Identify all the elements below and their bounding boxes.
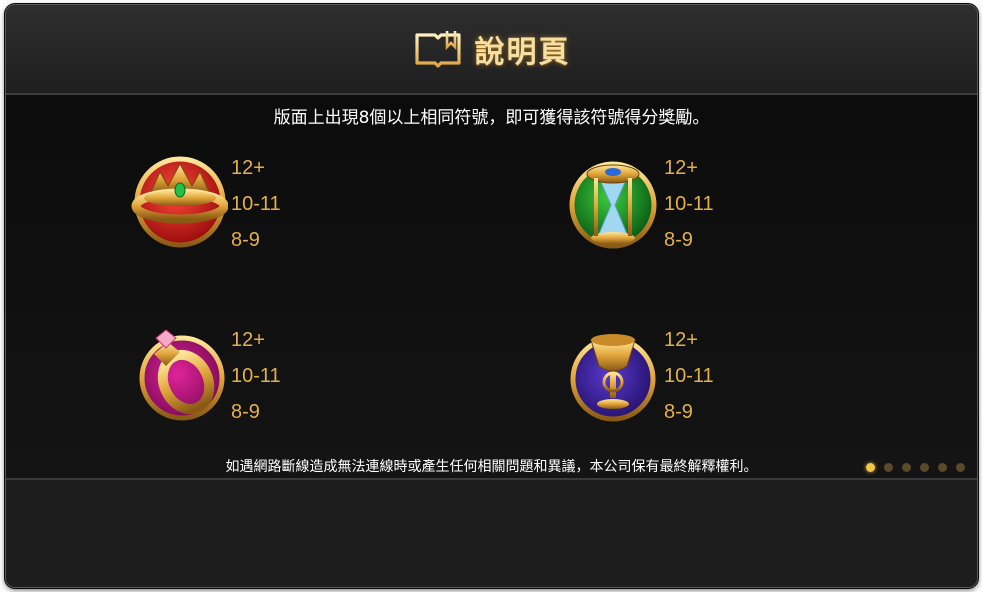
book-icon — [414, 31, 461, 68]
payout-tier: 8-9 — [231, 229, 260, 251]
payout-list: 12+ 10-11 8-9 — [664, 150, 714, 258]
payout-tier: 12+ — [664, 157, 698, 179]
crown-icon — [131, 156, 228, 248]
page-indicator — [866, 463, 965, 472]
payout-tier: 8-9 — [231, 401, 260, 423]
payout-list: 12+ 10-11 8-9 — [231, 150, 281, 258]
symbol-card-crown: 12+ 10-11 8-9 — [128, 150, 428, 260]
content-area: 版面上出現8個以上相同符號，即可獲得該符號得分獎勵。 12+ 10-11 8-9… — [6, 95, 977, 478]
page-dot[interactable] — [866, 463, 875, 472]
hourglass-icon — [569, 161, 657, 249]
symbol-card-hourglass: 12+ 10-11 8-9 — [561, 150, 861, 260]
payout-tier: 8-9 — [664, 401, 693, 423]
symbol-card-chalice: 12+ 10-11 8-9 — [561, 322, 861, 432]
payout-tier: 10-11 — [231, 365, 281, 387]
chalice-icon — [570, 334, 656, 422]
payout-tier: 10-11 — [664, 365, 714, 387]
payout-list: 12+ 10-11 8-9 — [231, 322, 281, 430]
symbol-card-ring: 12+ 10-11 8-9 — [128, 322, 428, 432]
payout-tier: 8-9 — [664, 229, 693, 251]
disclaimer-text: 如遇網路斷線造成無法連線時或產生任何相關問題和異議，本公司保有最終解釋權利。 — [225, 459, 758, 475]
page-dot[interactable] — [902, 463, 911, 472]
page-dot[interactable] — [920, 463, 929, 472]
payout-tier: 12+ — [664, 329, 698, 351]
payout-tier: 12+ — [231, 157, 265, 179]
payout-tier: 10-11 — [231, 193, 281, 215]
payout-list: 12+ 10-11 8-9 — [664, 322, 714, 430]
intro-text: 版面上出現8個以上相同符號，即可獲得該符號得分獎勵。 — [273, 108, 710, 128]
page-dot[interactable] — [938, 463, 947, 472]
payout-tier: 10-11 — [664, 193, 714, 215]
header-bar: 說明頁 — [6, 5, 977, 95]
ring-icon — [139, 329, 225, 421]
payout-tier: 12+ — [231, 329, 265, 351]
bottom-bar — [6, 478, 977, 587]
page-dot[interactable] — [884, 463, 893, 472]
help-panel: 說明頁 版面上出現8個以上相同符號，即可獲得該符號得分獎勵。 12+ 10-11… — [5, 4, 978, 588]
page-dot[interactable] — [956, 463, 965, 472]
page-title: 說明頁 — [474, 35, 571, 70]
